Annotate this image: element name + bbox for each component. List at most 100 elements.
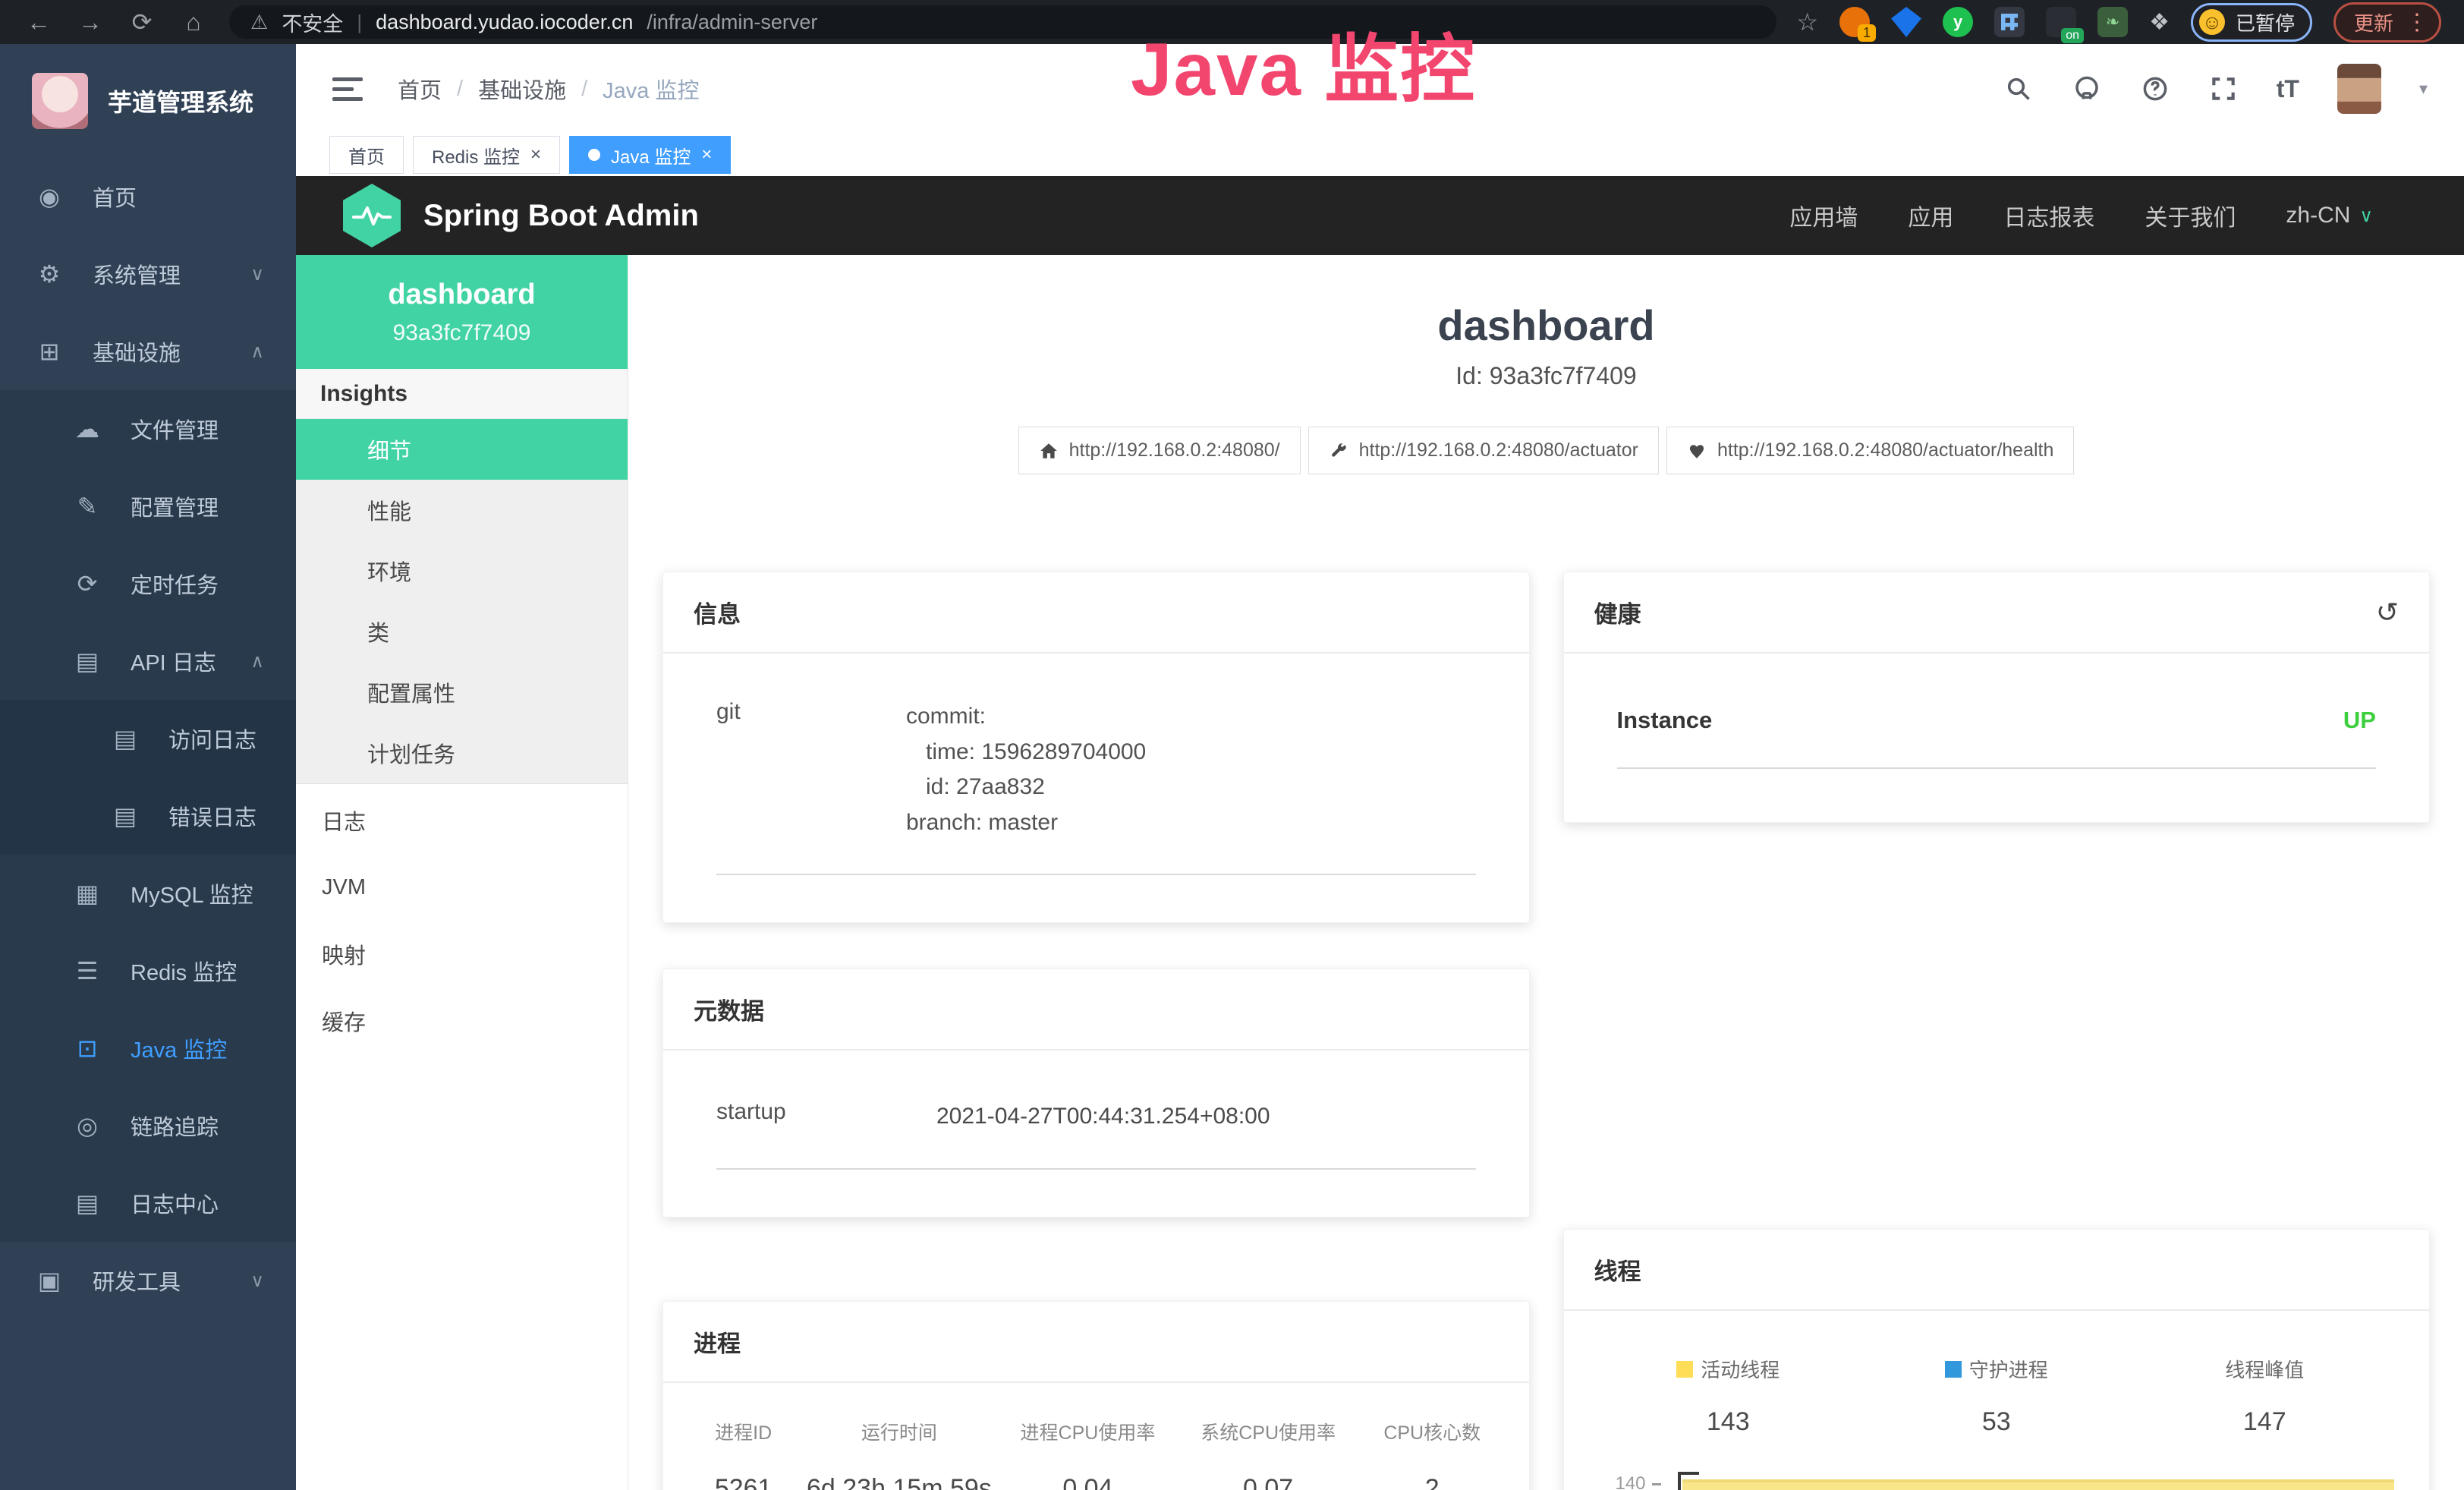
- close-icon[interactable]: ×: [701, 144, 712, 165]
- sba-nav-wallboard[interactable]: 应用墙: [1789, 199, 1858, 232]
- subnav-item-scheduled-tasks[interactable]: 计划任务: [296, 723, 628, 783]
- reload-icon[interactable]: ⟳: [126, 8, 158, 36]
- sidebar-item-api-logs[interactable]: ▤ API 日志 ∧: [0, 622, 296, 700]
- info-card-title: 信息: [663, 572, 1529, 654]
- git-branch-line: branch: master: [906, 805, 1146, 841]
- actuator-url-link[interactable]: http://192.168.0.2:48080/actuator: [1308, 427, 1659, 474]
- font-size-icon[interactable]: tT: [2277, 75, 2299, 103]
- subnav-item-mappings[interactable]: 映射: [296, 924, 628, 984]
- sba-nav-applications[interactable]: 应用: [1908, 199, 1953, 232]
- chrome-update-button[interactable]: 更新 ⋮: [2333, 2, 2441, 43]
- close-icon[interactable]: ×: [530, 144, 541, 165]
- browser-menu-icon[interactable]: ⋮: [2406, 9, 2428, 36]
- sidebar-item-redis-monitor[interactable]: ☰ Redis 监控: [0, 932, 296, 1010]
- sidebar-item-config-manage[interactable]: ✎ 配置管理: [0, 468, 296, 545]
- sidebar-item-infrastructure[interactable]: ⊞ 基础设施 ∧: [0, 313, 296, 390]
- git-time-line: time: 1596289704000: [906, 735, 1146, 770]
- sidebar-item-label: 首页: [93, 181, 137, 213]
- process-col-system-cpu: 系统CPU使用率: [1178, 1418, 1358, 1445]
- avatar-caret-icon[interactable]: ▾: [2419, 79, 2428, 99]
- profile-paused-chip[interactable]: ☺ 已暂停: [2191, 3, 2312, 42]
- breadcrumb-infrastructure[interactable]: 基础设施: [478, 73, 566, 105]
- tab-java-monitor[interactable]: Java 监控 ×: [569, 136, 731, 174]
- cpu-cores-value: 2: [1358, 1474, 1506, 1490]
- tab-home[interactable]: 首页: [329, 136, 404, 174]
- service-url-link[interactable]: http://192.168.0.2:48080/: [1018, 427, 1301, 474]
- metadata-card-title: 元数据: [663, 969, 1529, 1051]
- paused-label: 已暂停: [2236, 8, 2295, 36]
- home-icon[interactable]: ⌂: [178, 8, 209, 36]
- sidebar-item-dev-tools[interactable]: ▣ 研发工具 ∨: [0, 1242, 296, 1319]
- history-icon[interactable]: ↺: [2376, 597, 2399, 628]
- page-instance-id: Id: 93a3fc7f7409: [662, 362, 2430, 390]
- extension-leaf-icon[interactable]: ❧: [2097, 7, 2128, 37]
- chevron-up-icon: ∧: [250, 341, 264, 363]
- sba-brand[interactable]: Spring Boot Admin: [343, 184, 699, 247]
- subnav-item-environment[interactable]: 环境: [296, 540, 628, 601]
- extension-y-icon[interactable]: y: [1943, 7, 1973, 37]
- peak-threads-value: 147: [2131, 1407, 2399, 1437]
- tab-label: 首页: [348, 142, 385, 169]
- subnav-item-classes[interactable]: 类: [296, 601, 628, 662]
- sidebar-item-system[interactable]: ⚙ 系统管理 ∨: [0, 235, 296, 313]
- fullscreen-icon[interactable]: [2208, 74, 2239, 104]
- instance-details-panel: dashboard Id: 93a3fc7f7409 http://192.16…: [628, 255, 2464, 1490]
- extension-on-icon[interactable]: on: [2046, 7, 2076, 37]
- app-title: 芋道管理系统: [108, 83, 253, 118]
- address-bar[interactable]: ⚠ 不安全 | dashboard.yudao.iocoder.cn /infr…: [229, 5, 1776, 39]
- sidebar-item-scheduled-jobs[interactable]: ⟳ 定时任务: [0, 545, 296, 622]
- subnav-item-logs[interactable]: 日志: [296, 790, 628, 851]
- sidebar-item-mysql-monitor[interactable]: ▦ MySQL 监控: [0, 855, 296, 932]
- wrench-icon: [1329, 441, 1348, 461]
- sidebar-item-label: 文件管理: [131, 413, 219, 445]
- process-col-uptime: 运行时间: [801, 1418, 997, 1445]
- help-icon[interactable]: [2140, 74, 2170, 104]
- extension-gem-icon[interactable]: [1891, 7, 1921, 37]
- health-url: http://192.168.0.2:48080/actuator/health: [1717, 439, 2053, 461]
- user-avatar[interactable]: [2337, 64, 2381, 114]
- info-git-label: git: [716, 699, 906, 840]
- insights-group: 细节 性能 环境 类 配置属性 计划任务: [296, 419, 628, 784]
- sba-language-select[interactable]: zh-CN ∨: [2286, 203, 2373, 228]
- subnav-item-config-props[interactable]: 配置属性: [296, 662, 628, 723]
- sba-nav-about[interactable]: 关于我们: [2145, 199, 2236, 232]
- sidebar-item-java-monitor[interactable]: ⊡ Java 监控: [0, 1010, 296, 1087]
- gear-icon: ⚙: [32, 260, 67, 288]
- monitor-icon: ⊞: [32, 337, 67, 366]
- api-logs-submenu: ▤ 访问日志 ▤ 错误日志: [0, 700, 296, 855]
- forward-icon[interactable]: →: [74, 8, 106, 36]
- bookmark-star-icon[interactable]: ☆: [1796, 8, 1818, 36]
- breadcrumb-separator: /: [457, 77, 463, 102]
- extension-orange-icon[interactable]: 1: [1839, 7, 1870, 37]
- subnav-item-caches[interactable]: 缓存: [296, 991, 628, 1051]
- process-table: 进程ID 运行时间 进程CPU使用率 系统CPU使用率 CPU核心数 5261 …: [663, 1383, 1529, 1490]
- sidebar-item-file-manage[interactable]: ☁ 文件管理: [0, 390, 296, 468]
- peak-threads-label: 线程峰值: [2225, 1355, 2304, 1383]
- extensions-puzzle-icon[interactable]: ❖: [2149, 9, 2170, 36]
- subnav-item-details[interactable]: 细节: [296, 419, 628, 480]
- live-threads-label: 活动线程: [1701, 1355, 1780, 1383]
- github-icon[interactable]: [2072, 74, 2102, 104]
- daemon-threads-label: 守护进程: [1969, 1355, 2048, 1383]
- sidebar-item-home[interactable]: ◉ 首页: [0, 158, 296, 235]
- app-logo-row[interactable]: 芋道管理系统: [0, 44, 296, 158]
- subnav-item-metrics[interactable]: 性能: [296, 480, 628, 540]
- back-icon[interactable]: ←: [23, 8, 55, 36]
- sidebar-item-label: Redis 监控: [131, 955, 237, 987]
- breadcrumb-home[interactable]: 首页: [398, 73, 442, 105]
- sba-brand-title: Spring Boot Admin: [423, 199, 699, 233]
- sba-nav-journal[interactable]: 日志报表: [2003, 199, 2094, 232]
- sidebar-item-tracing[interactable]: ◎ 链路追踪: [0, 1087, 296, 1164]
- sidebar-collapse-icon[interactable]: [332, 77, 363, 101]
- extension-grid-icon[interactable]: [1994, 7, 2025, 37]
- search-icon[interactable]: [2003, 74, 2034, 104]
- url-path: /infra/admin-server: [647, 11, 817, 34]
- daemon-threads-legend-icon: [1945, 1361, 1962, 1378]
- health-url-link[interactable]: http://192.168.0.2:48080/actuator/health: [1666, 427, 2074, 474]
- sidebar-item-log-center[interactable]: ▤ 日志中心: [0, 1164, 296, 1242]
- sidebar-item-access-logs[interactable]: ▤ 访问日志: [0, 700, 296, 777]
- log-icon: ▤: [70, 1189, 105, 1218]
- sidebar-item-error-logs[interactable]: ▤ 错误日志: [0, 777, 296, 855]
- subnav-item-jvm[interactable]: JVM: [296, 857, 628, 918]
- tab-redis-monitor[interactable]: Redis 监控 ×: [413, 136, 560, 174]
